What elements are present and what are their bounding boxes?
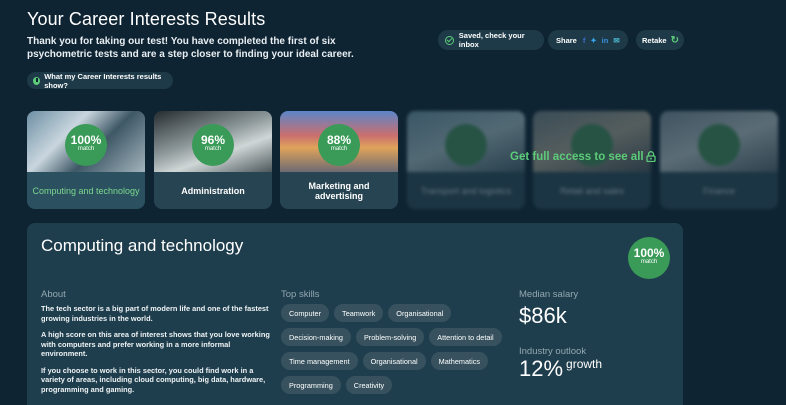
- detail-match-percent: 100%: [633, 246, 665, 260]
- skill-chip: Programming: [281, 376, 341, 394]
- outlook-word: growth: [566, 357, 603, 371]
- skill-chip: Teamwork: [334, 304, 384, 322]
- about-paragraph: A high score on this area of interest sh…: [41, 330, 270, 358]
- skill-chip: Computer: [281, 304, 330, 322]
- career-card-marketing[interactable]: 88% match Marketing and advertising: [280, 111, 398, 209]
- card-label: Transport and logistics: [420, 185, 512, 196]
- skill-chip: Creativity: [345, 376, 393, 394]
- skill-chip: Problem-solving: [355, 328, 425, 346]
- unlock-link[interactable]: Get full access to see all: [510, 151, 644, 163]
- detail-match-sub: match: [640, 259, 658, 265]
- check-circle-icon: [445, 35, 454, 45]
- retake-button[interactable]: Retake ↻: [636, 30, 684, 50]
- career-card-locked-transport: Transport and logistics: [407, 111, 525, 209]
- skill-chip: Decision-making: [281, 328, 351, 346]
- outlook-percent: 12%: [519, 356, 564, 381]
- skills-list: Computer Teamwork Organisational Decisio…: [281, 304, 511, 400]
- lock-icon: [646, 151, 656, 162]
- twitter-icon[interactable]: ✦: [590, 36, 596, 45]
- match-sub: match: [77, 146, 95, 152]
- career-detail-panel: Computing and technology 100% match Abou…: [27, 223, 683, 405]
- match-sub: match: [204, 146, 222, 152]
- page-title: Your Career Interests Results: [27, 9, 266, 29]
- about-text: The tech sector is a big part of modern …: [41, 304, 273, 401]
- match-percent: 96%: [200, 133, 226, 147]
- salary-value: $86k: [519, 303, 567, 328]
- card-label: Computing and technology: [32, 185, 140, 196]
- career-card-computing[interactable]: 100% match Computing and technology: [27, 111, 145, 209]
- detail-match-badge: 100% match: [628, 237, 670, 279]
- match-badge: [445, 124, 487, 166]
- skill-chip: Time management: [281, 352, 358, 370]
- about-heading: About: [41, 289, 66, 300]
- skills-heading: Top skills: [281, 289, 320, 300]
- about-paragraph: If you choose to work in this sector, yo…: [41, 365, 266, 394]
- facebook-icon[interactable]: f: [583, 36, 586, 45]
- saved-label: Saved, check your inbox: [458, 31, 525, 49]
- card-label: Finance: [702, 185, 736, 196]
- share-label: Share: [556, 35, 577, 45]
- detail-title: Computing and technology: [41, 236, 244, 255]
- share-bar: Share f ✦ in ✉: [548, 30, 628, 50]
- email-icon[interactable]: ✉: [613, 36, 619, 45]
- skill-chip: Attention to detail: [429, 328, 502, 346]
- card-label: Administration: [181, 185, 245, 196]
- about-paragraph: The tech sector is a big part of modern …: [41, 304, 269, 323]
- card-label: Retail and sales: [559, 185, 625, 196]
- intro-text: Thank you for taking our test! You have …: [27, 36, 354, 60]
- skill-chip: Organisational: [388, 304, 452, 322]
- match-badge: 100% match: [65, 124, 107, 166]
- match-badge: 96% match: [192, 124, 234, 166]
- skill-chip: Organisational: [362, 352, 426, 370]
- match-percent: 100%: [70, 133, 102, 147]
- salary-heading: Median salary: [519, 289, 579, 300]
- refresh-icon: ↻: [670, 34, 679, 46]
- saved-status-pill: Saved, check your inbox: [438, 30, 544, 50]
- match-sub: match: [330, 146, 348, 152]
- career-card-administration[interactable]: 96% match Administration: [154, 111, 272, 209]
- match-badge: 88% match: [318, 124, 360, 166]
- outlook-value: 12% growth: [519, 356, 602, 382]
- match-percent: 88%: [326, 133, 352, 147]
- info-icon: [33, 76, 41, 85]
- results-info-label: What my Career Interests results show?: [44, 71, 162, 90]
- linkedin-icon[interactable]: in: [602, 36, 609, 45]
- retake-label: Retake: [642, 35, 667, 45]
- results-info-button[interactable]: What my Career Interests results show?: [27, 71, 173, 90]
- card-label: Marketing and advertising: [308, 180, 370, 201]
- career-card-locked-finance: Finance: [660, 111, 778, 209]
- skill-chip: Mathematics: [430, 352, 489, 370]
- match-badge: [698, 124, 740, 166]
